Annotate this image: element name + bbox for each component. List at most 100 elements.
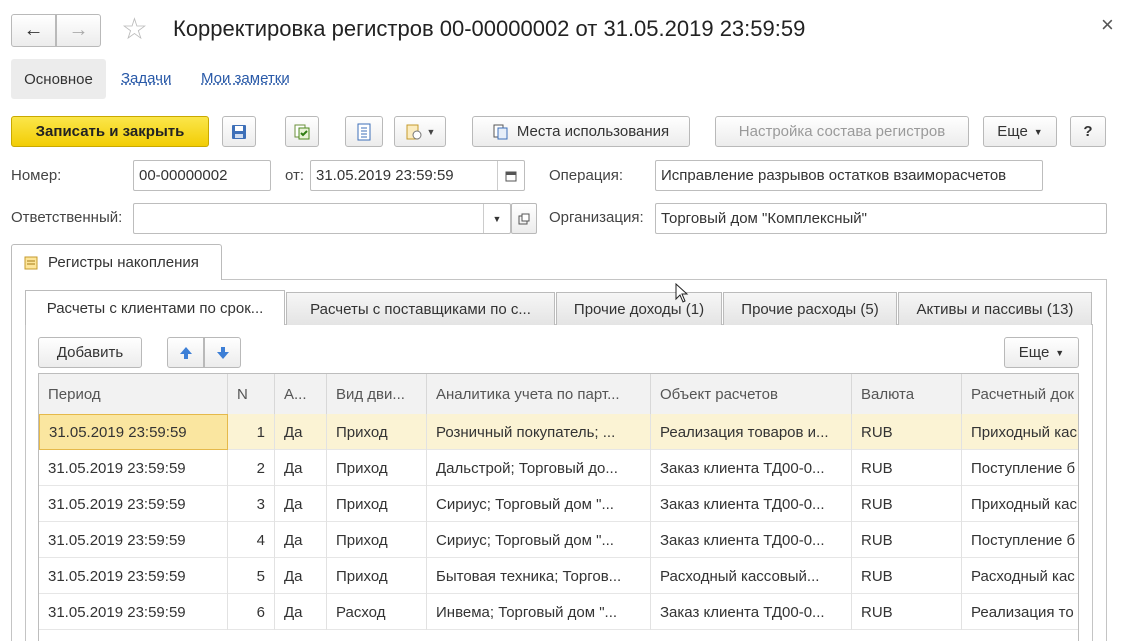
cell-period: 31.05.2019 23:59:59 (39, 486, 228, 522)
table-row[interactable]: 31.05.2019 23:59:59 1 Да Приход Розничны… (39, 414, 1078, 450)
cell-movement-type: Расход (327, 594, 427, 630)
column-header-currency[interactable]: Валюта (852, 374, 962, 414)
close-icon[interactable]: × (1101, 12, 1114, 38)
operation-field[interactable]: Исправление разрывов остатков взаиморасч… (655, 160, 1043, 191)
tab-client-settlements[interactable]: Расчеты с клиентами по срок... (25, 290, 285, 325)
table-row[interactable]: 31.05.2019 23:59:59 2 Да Приход Дальстро… (39, 450, 1078, 486)
org-field[interactable]: Торговый дом "Комплексный" (655, 203, 1107, 234)
arrow-up-icon (179, 346, 192, 359)
post-button[interactable] (285, 116, 319, 147)
help-button[interactable]: ? (1070, 116, 1106, 147)
create-based-on-button[interactable]: ▼ (394, 116, 446, 147)
forward-button[interactable]: → (56, 14, 101, 47)
table-row[interactable]: 31.05.2019 23:59:59 5 Да Приход Бытовая … (39, 558, 1078, 594)
table-row[interactable]: 31.05.2019 23:59:59 4 Да Приход Сириус; … (39, 522, 1078, 558)
help-label: ? (1083, 123, 1093, 140)
cell-n: 1 (228, 414, 275, 450)
list-icon (357, 123, 371, 140)
tab-supplier-settlements[interactable]: Расчеты с поставщиками по с... (286, 292, 555, 325)
column-header-active[interactable]: А... (275, 374, 327, 414)
section-tab-notes[interactable]: Мои заметки (201, 70, 290, 87)
tab-supplier-settlements-label: Расчеты с поставщиками по с... (310, 300, 531, 318)
cell-currency: RUB (852, 522, 962, 558)
arrow-right-icon: → (68, 19, 89, 41)
cell-analytics: Инвема; Торговый дом "... (427, 594, 651, 630)
responsible-field[interactable]: ▼ (133, 203, 511, 234)
table-more-label: Еще (1018, 344, 1050, 361)
tab-assets-liabilities[interactable]: Активы и пассивы (13) (898, 292, 1092, 325)
section-tab-main-label: Основное (24, 70, 93, 88)
tab-other-income-label: Прочие доходы (1) (573, 300, 705, 318)
number-label: Номер: (11, 167, 62, 184)
move-up-button[interactable] (167, 337, 204, 368)
cell-period: 31.05.2019 23:59:59 (39, 522, 228, 558)
usage-places-button[interactable]: Места использования (472, 116, 690, 147)
cell-settlement-document: Расходный кас (962, 558, 1078, 594)
column-header-analytics[interactable]: Аналитика учета по парт... (427, 374, 651, 414)
register-icon (24, 256, 38, 269)
column-header-movement-type[interactable]: Вид дви... (327, 374, 427, 414)
open-responsible-button[interactable] (511, 203, 537, 234)
tab-other-expenses[interactable]: Прочие расходы (5) (723, 292, 897, 325)
operation-label: Операция: (549, 167, 624, 184)
more-button[interactable]: Еще ▼ (983, 116, 1057, 147)
cell-n: 6 (228, 594, 275, 630)
cell-active: Да (275, 486, 327, 522)
cell-currency: RUB (852, 450, 962, 486)
table-header: Период N А... Вид дви... Аналитика учета… (39, 374, 1078, 415)
tab-assets-liabilities-label: Активы и пассивы (13) (916, 300, 1074, 318)
document-gear-icon (406, 124, 422, 139)
cell-period: 31.05.2019 23:59:59 (39, 414, 228, 450)
column-header-settlement-object[interactable]: Объект расчетов (651, 374, 852, 414)
cell-analytics: Дальстрой; Торговый до... (427, 450, 651, 486)
structure-icon (493, 124, 508, 139)
add-row-button[interactable]: Добавить (38, 337, 142, 368)
dropdown-icon[interactable]: ▼ (483, 204, 510, 233)
tab-client-settlements-label: Расчеты с клиентами по срок... (46, 299, 264, 317)
cell-n: 4 (228, 522, 275, 558)
cell-period: 31.05.2019 23:59:59 (39, 594, 228, 630)
registers-setup-button[interactable]: Настройка состава регистров (715, 116, 969, 147)
table-row[interactable]: 31.05.2019 23:59:59 3 Да Приход Сириус; … (39, 486, 1078, 522)
post-document-icon (294, 124, 310, 139)
section-tab-main[interactable]: Основное (11, 59, 106, 99)
cell-settlement-object: Расходный кассовый... (651, 558, 852, 594)
cell-settlement-object: Реализация товаров и... (651, 414, 852, 450)
back-button[interactable]: ← (11, 14, 56, 47)
number-field[interactable]: 00-00000002 (133, 160, 271, 191)
table-more-button[interactable]: Еще ▼ (1004, 337, 1079, 368)
calendar-icon[interactable] (497, 161, 524, 190)
registers-table: Период N А... Вид дви... Аналитика учета… (38, 373, 1079, 641)
cell-movement-type: Приход (327, 450, 427, 486)
cell-analytics: Сириус; Торговый дом "... (427, 486, 651, 522)
cell-n: 2 (228, 450, 275, 486)
column-header-settlement-document[interactable]: Расчетный док (962, 374, 1078, 414)
column-header-period[interactable]: Период (39, 374, 228, 414)
cell-movement-type: Приход (327, 522, 427, 558)
save-button[interactable] (222, 116, 256, 147)
column-header-n[interactable]: N (228, 374, 275, 414)
cell-active: Да (275, 594, 327, 630)
cell-analytics: Сириус; Торговый дом "... (427, 522, 651, 558)
document-list-button[interactable] (345, 116, 383, 147)
floppy-icon (232, 124, 246, 139)
tab-other-income[interactable]: Прочие доходы (1) (556, 292, 722, 325)
tab-accumulation-registers[interactable]: Регистры накопления (11, 244, 222, 280)
cell-settlement-object: Заказ клиента ТД00-0... (651, 486, 852, 522)
date-field[interactable]: 31.05.2019 23:59:59 (310, 160, 525, 191)
move-down-button[interactable] (204, 337, 241, 368)
cell-currency: RUB (852, 594, 962, 630)
section-tab-tasks[interactable]: Задачи (121, 70, 171, 87)
cell-currency: RUB (852, 558, 962, 594)
save-close-button[interactable]: Записать и закрыть (11, 116, 209, 147)
favorite-star-icon[interactable]: ☆ (121, 12, 148, 48)
table-row[interactable]: 31.05.2019 23:59:59 6 Да Расход Инвема; … (39, 594, 1078, 630)
cell-settlement-document: Поступление б (962, 522, 1078, 558)
cell-settlement-object: Заказ клиента ТД00-0... (651, 522, 852, 558)
cell-active: Да (275, 558, 327, 594)
more-label: Еще (997, 123, 1028, 140)
cell-analytics: Розничный покупатель; ... (427, 414, 651, 450)
registers-setup-label: Настройка состава регистров (738, 123, 946, 140)
cell-currency: RUB (852, 486, 962, 522)
tab-accumulation-registers-label: Регистры накопления (48, 254, 199, 271)
